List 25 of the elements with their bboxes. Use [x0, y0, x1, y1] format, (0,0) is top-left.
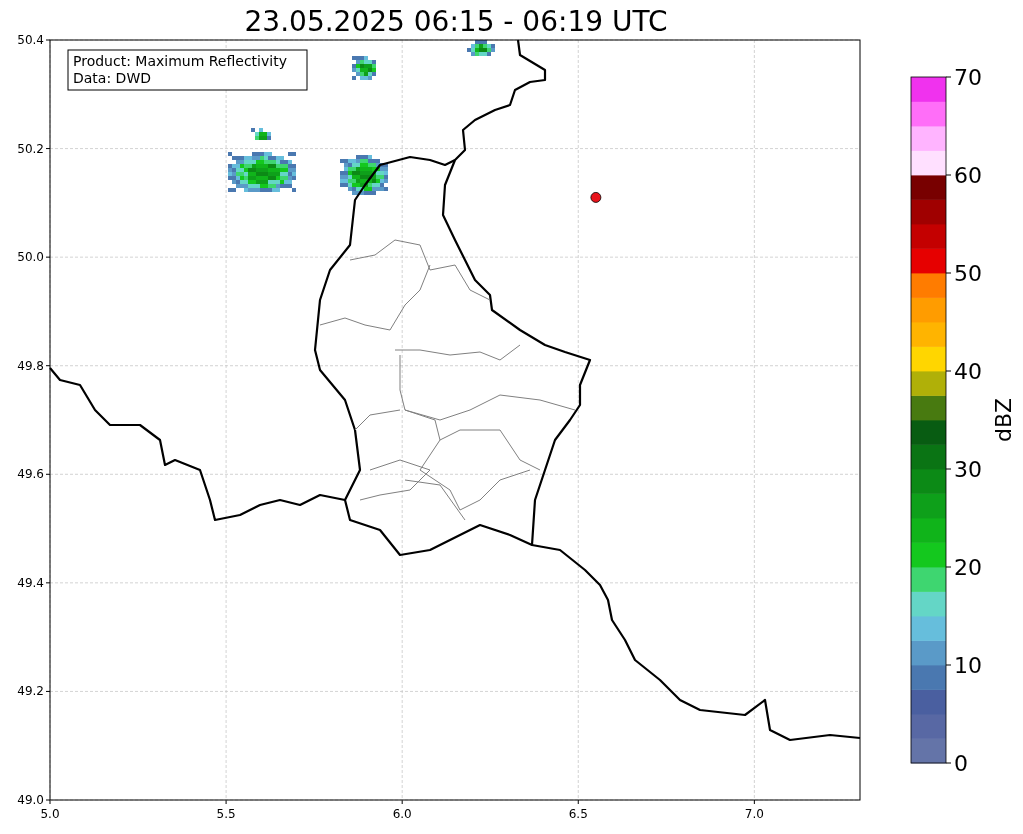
y-tick-label: 49.4	[17, 575, 44, 590]
y-tick-label: 49.6	[17, 467, 44, 482]
x-tick-label: 5.0	[40, 807, 60, 821]
colorbar-tick-label: 10	[954, 653, 982, 678]
y-tick-label: 50.4	[17, 33, 44, 47]
y-tick-label: 49.0	[17, 793, 44, 807]
info-text: Product: Maximum Reflectivity	[73, 53, 287, 69]
colorbar-tick-label: 0	[954, 751, 968, 776]
colorbar-tick-label: 40	[954, 359, 982, 384]
colorbar-tick-label: 30	[954, 457, 982, 482]
colorbar-tick-label: 60	[954, 163, 982, 188]
chart-title: 23.05.2025 06:15 - 06:19 UTC	[244, 5, 668, 38]
colorbar-tick-label: 70	[954, 65, 982, 90]
y-tick-label: 50.0	[17, 250, 44, 265]
y-tick-label: 49.2	[17, 684, 44, 699]
y-tick-label: 50.2	[17, 141, 44, 156]
colorbar-tick-label: 50	[954, 261, 982, 286]
colorbar-tick-label: 20	[954, 555, 982, 580]
x-tick-label: 5.5	[216, 807, 236, 821]
x-tick-label: 6.5	[568, 807, 588, 821]
colorbar-label: dBZ	[991, 397, 1016, 443]
x-tick-label: 6.0	[392, 807, 412, 821]
info-text: Data: DWD	[73, 70, 151, 86]
y-tick-label: 49.8	[17, 358, 44, 373]
x-tick-label: 7.0	[744, 807, 764, 821]
